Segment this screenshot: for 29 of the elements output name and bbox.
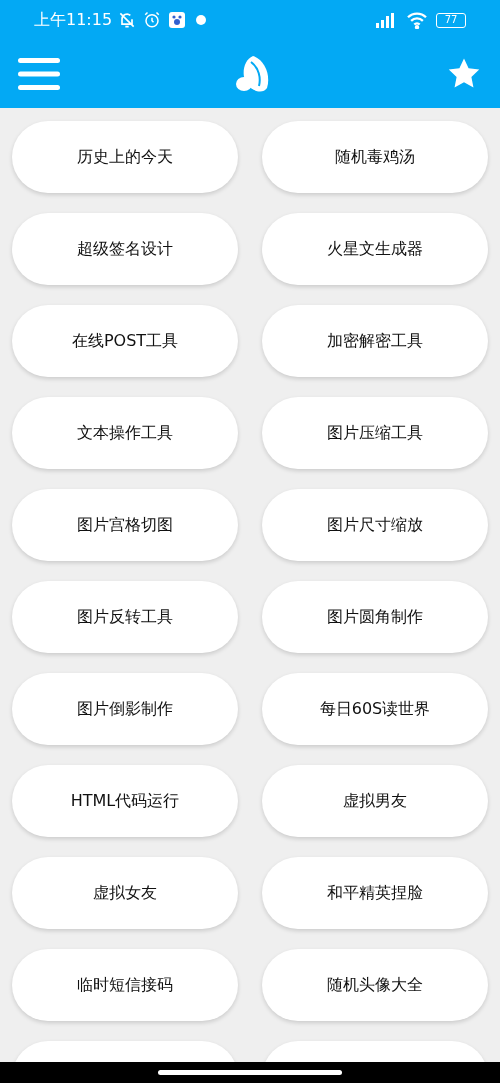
tool-button[interactable]: 图片压缩工具 xyxy=(262,397,488,469)
tool-button[interactable]: 图片反转工具 xyxy=(12,581,238,653)
tool-button[interactable]: 和平精英捏脸 xyxy=(262,857,488,929)
status-time: 上午11:15 xyxy=(34,9,113,31)
paw-icon xyxy=(169,12,186,28)
tool-button[interactable]: HTML代码运行 xyxy=(12,765,238,837)
tool-button[interactable]: 每日60S读世界 xyxy=(262,673,488,745)
tool-button[interactable]: 超级签名设计 xyxy=(12,213,238,285)
tool-button[interactable]: 图片宫格切图 xyxy=(12,489,238,561)
tool-button[interactable]: 虚拟男友 xyxy=(262,765,488,837)
tool-button[interactable]: 火星文生成器 xyxy=(262,213,488,285)
tool-button[interactable]: 图片倒影制作 xyxy=(12,673,238,745)
tool-button[interactable]: 历史上的今天 xyxy=(12,121,238,193)
tool-button[interactable]: 临时短信接码 xyxy=(12,949,238,1021)
dot-icon xyxy=(195,14,208,26)
tool-button[interactable]: 随机头像大全 xyxy=(262,949,488,1021)
tool-button[interactable]: 文本操作工具 xyxy=(12,397,238,469)
tool-button[interactable]: 虚拟女友 xyxy=(12,857,238,929)
speaker-logo-icon xyxy=(235,54,271,94)
home-indicator[interactable] xyxy=(158,1070,342,1075)
tool-button[interactable]: 图片圆角制作 xyxy=(262,581,488,653)
battery-indicator: 77 xyxy=(436,12,466,28)
tool-button[interactable]: 加密解密工具 xyxy=(262,305,488,377)
tool-button[interactable]: 随机毒鸡汤 xyxy=(262,121,488,193)
menu-icon[interactable] xyxy=(18,56,60,92)
tool-button[interactable]: 在线POST工具 xyxy=(12,305,238,377)
tool-button[interactable]: 图片尺寸缩放 xyxy=(262,489,488,561)
alarm-icon xyxy=(143,11,162,29)
wifi-icon xyxy=(406,11,428,29)
